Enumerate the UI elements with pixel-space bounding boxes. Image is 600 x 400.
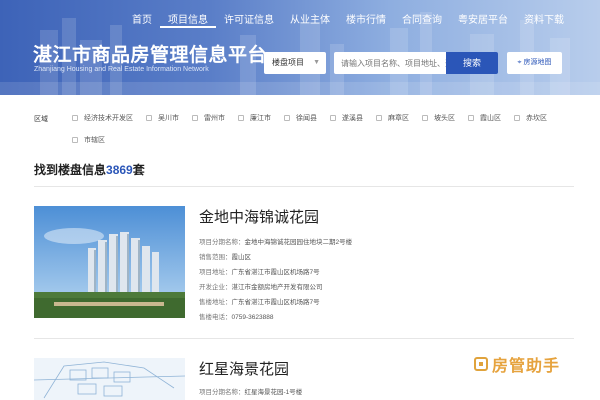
field-key: 售楼电话： xyxy=(199,314,232,321)
region-option[interactable]: 赤坎区 xyxy=(514,112,560,124)
checkbox[interactable] xyxy=(192,115,198,121)
region-option[interactable]: 市辖区 xyxy=(72,134,146,146)
nav-project-info[interactable]: 项目信息 xyxy=(160,14,216,28)
region-label: 霞山区 xyxy=(480,115,501,122)
region-label: 吴川市 xyxy=(158,115,179,122)
field-value: 金地中海锦诚花园园住地块二期2号楼 xyxy=(244,239,353,246)
results-number: 3869 xyxy=(106,163,133,177)
region-option[interactable]: 经济技术开发区 xyxy=(72,112,146,124)
nav-practitioners[interactable]: 从业主体 xyxy=(282,14,338,28)
top-nav: 首页 项目信息 许可证信息 从业主体 楼市行情 合同查询 粤安居平台 资料下载 xyxy=(124,14,572,28)
region-label: 坡头区 xyxy=(434,115,455,122)
watermark-text: 房管助手 xyxy=(492,358,561,375)
region-filter: 区域 经济技术开发区 吴川市 雷州市 廉江市 徐闻县 遂溪县 麻章区 坡头区 霞… xyxy=(34,112,574,152)
field-key: 销售范围： xyxy=(199,254,232,261)
field-value: 红星海景花园-1号楼 xyxy=(244,389,303,396)
search-button[interactable]: 搜索 xyxy=(446,52,498,74)
listing-field: 项目分期名称：金地中海锦诚花园园住地块二期2号楼 xyxy=(199,236,352,246)
listing-photo[interactable] xyxy=(34,206,185,318)
results-prefix: 找到楼盘信息 xyxy=(34,163,107,177)
region-option[interactable]: 遂溪县 xyxy=(330,112,376,124)
checkbox[interactable] xyxy=(330,115,336,121)
nav-license-info[interactable]: 许可证信息 xyxy=(216,14,282,28)
listing-field: 项目地址：广东省湛江市霞山区机场路7号 xyxy=(199,266,320,276)
field-value: 广东省湛江市霞山区机场路7号 xyxy=(231,269,320,276)
search-input[interactable] xyxy=(334,52,447,74)
nav-yuean-platform[interactable]: 粤安居平台 xyxy=(450,14,516,28)
divider xyxy=(34,338,574,339)
checkbox[interactable] xyxy=(72,115,78,121)
field-value: 湛江市金额房地产开发有限公司 xyxy=(231,284,323,291)
field-value: 广东省湛江市霞山区机场路7号 xyxy=(231,299,320,306)
region-option[interactable]: 霞山区 xyxy=(468,112,514,124)
hero-banner: 首页 项目信息 许可证信息 从业主体 楼市行情 合同查询 粤安居平台 资料下载 … xyxy=(0,0,600,95)
house-map-label: 房源地图 xyxy=(523,59,552,66)
checkbox[interactable] xyxy=(514,115,520,121)
site-plan-image xyxy=(34,358,185,400)
checkbox[interactable] xyxy=(376,115,382,121)
nav-contract-query[interactable]: 合同查询 xyxy=(394,14,450,28)
field-key: 售楼地址： xyxy=(199,299,232,306)
nav-downloads[interactable]: 资料下载 xyxy=(516,14,572,28)
search-type-select[interactable]: 楼盘项目 ▼ xyxy=(264,52,326,74)
region-option[interactable]: 吴川市 xyxy=(146,112,192,124)
region-option[interactable]: 麻章区 xyxy=(376,112,422,124)
watermark: 房管助手 xyxy=(474,352,566,376)
listing-info: 金地中海锦诚花园 项目分期名称：金地中海锦诚花园园住地块二期2号楼 销售范围：霞… xyxy=(199,206,569,321)
region-label: 经济技术开发区 xyxy=(84,115,133,122)
results-suffix: 套 xyxy=(132,163,145,177)
checkbox[interactable] xyxy=(238,115,244,121)
region-label: 赤坎区 xyxy=(526,115,547,122)
region-label: 麻章区 xyxy=(388,115,409,122)
region-option[interactable]: 坡头区 xyxy=(422,112,468,124)
checkbox[interactable] xyxy=(422,115,428,121)
nav-market[interactable]: 楼市行情 xyxy=(338,14,394,28)
site-subtitle: Zhanjiang Housing and Real Estate Inform… xyxy=(34,66,209,73)
search-type-value: 楼盘项目 xyxy=(272,58,304,67)
listing-item: 金地中海锦诚花园 项目分期名称：金地中海锦诚花园园住地块二期2号楼 销售范围：霞… xyxy=(34,206,574,321)
region-label: 雷州市 xyxy=(204,115,225,122)
region-label: 徐闻县 xyxy=(296,115,317,122)
listing-field: 开发企业：湛江市金额房地产开发有限公司 xyxy=(199,281,323,291)
location-pin-icon: ⌖ xyxy=(517,59,522,66)
region-option[interactable]: 徐闻县 xyxy=(284,112,330,124)
listing-field: 项目分期名称：红星海景花园-1号楼 xyxy=(199,386,302,396)
listing-photo[interactable] xyxy=(34,358,185,400)
field-key: 开发企业： xyxy=(199,284,232,291)
listing-field: 售楼电话：0759-3623888 xyxy=(199,311,273,321)
region-option[interactable]: 雷州市 xyxy=(192,112,238,124)
region-option[interactable]: 廉江市 xyxy=(238,112,284,124)
field-value: 霞山区 xyxy=(231,254,252,261)
site-title: 湛江市商品房管理信息平台 xyxy=(33,45,268,66)
house-logo-icon xyxy=(474,357,488,371)
nav-home[interactable]: 首页 xyxy=(124,14,160,28)
house-map-button[interactable]: ⌖ 房源地图 xyxy=(507,52,562,74)
region-label: 廉江市 xyxy=(250,115,271,122)
field-key: 项目分期名称： xyxy=(199,389,245,396)
field-value: 0759-3623888 xyxy=(231,314,274,321)
listing-title[interactable]: 金地中海锦诚花园 xyxy=(199,206,569,227)
checkbox[interactable] xyxy=(284,115,290,121)
divider xyxy=(34,186,574,187)
listing-field: 售楼地址：广东省湛江市霞山区机场路7号 xyxy=(199,296,320,306)
region-label: 遂溪县 xyxy=(342,115,363,122)
field-key: 项目分期名称： xyxy=(199,239,245,246)
building-photo-image xyxy=(34,206,185,318)
region-options: 经济技术开发区 吴川市 雷州市 廉江市 徐闻县 遂溪县 麻章区 坡头区 霞山区 … xyxy=(72,112,572,156)
field-key: 项目地址： xyxy=(199,269,232,276)
listing-field: 销售范围：霞山区 xyxy=(199,251,251,261)
checkbox[interactable] xyxy=(72,137,78,143)
results-count: 找到楼盘信息3869套 xyxy=(34,161,145,178)
region-label: 市辖区 xyxy=(84,137,105,144)
checkbox[interactable] xyxy=(468,115,474,121)
region-filter-label: 区域 xyxy=(34,116,48,123)
chevron-down-icon: ▼ xyxy=(313,59,320,66)
checkbox[interactable] xyxy=(146,115,152,121)
